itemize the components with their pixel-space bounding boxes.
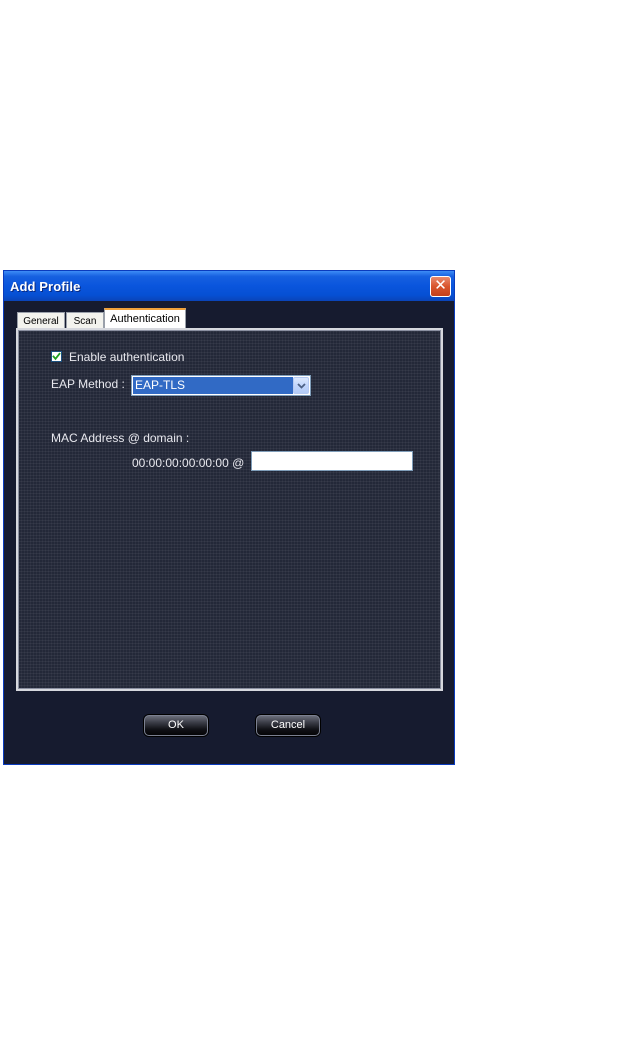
screenshot-page: Add Profile ✕ General Scan Authenticatio…	[0, 0, 630, 1044]
cancel-button[interactable]: Cancel	[256, 715, 320, 736]
close-button[interactable]: ✕	[430, 276, 451, 297]
enable-authentication-checkbox[interactable]	[51, 351, 62, 362]
tab-scan[interactable]: Scan	[66, 312, 104, 329]
mac-address-domain-label: MAC Address @ domain :	[51, 431, 190, 445]
title-bar[interactable]: Add Profile ✕	[4, 271, 454, 301]
tab-general[interactable]: General	[17, 312, 65, 329]
check-icon	[52, 352, 61, 361]
eap-method-label: EAP Method :	[51, 377, 125, 391]
domain-input[interactable]	[251, 451, 413, 471]
eap-method-select[interactable]: EAP-TLS	[131, 375, 311, 396]
tab-authentication[interactable]: Authentication	[104, 308, 186, 329]
eap-method-dropdown-button[interactable]	[293, 377, 309, 394]
chevron-down-icon	[297, 383, 306, 389]
authentication-panel: Enable authentication EAP Method : EAP-T…	[16, 328, 443, 691]
eap-method-selected-value: EAP-TLS	[133, 377, 293, 394]
enable-authentication-label[interactable]: Enable authentication	[69, 350, 184, 364]
close-icon: ✕	[434, 277, 447, 294]
ok-button[interactable]: OK	[144, 715, 208, 736]
dialog-client-area: General Scan Authentication Enable authe…	[4, 301, 454, 764]
add-profile-dialog: Add Profile ✕ General Scan Authenticatio…	[3, 270, 455, 765]
mac-address-value: 00:00:00:00:00:00 @	[132, 456, 245, 470]
window-title: Add Profile	[10, 279, 81, 294]
